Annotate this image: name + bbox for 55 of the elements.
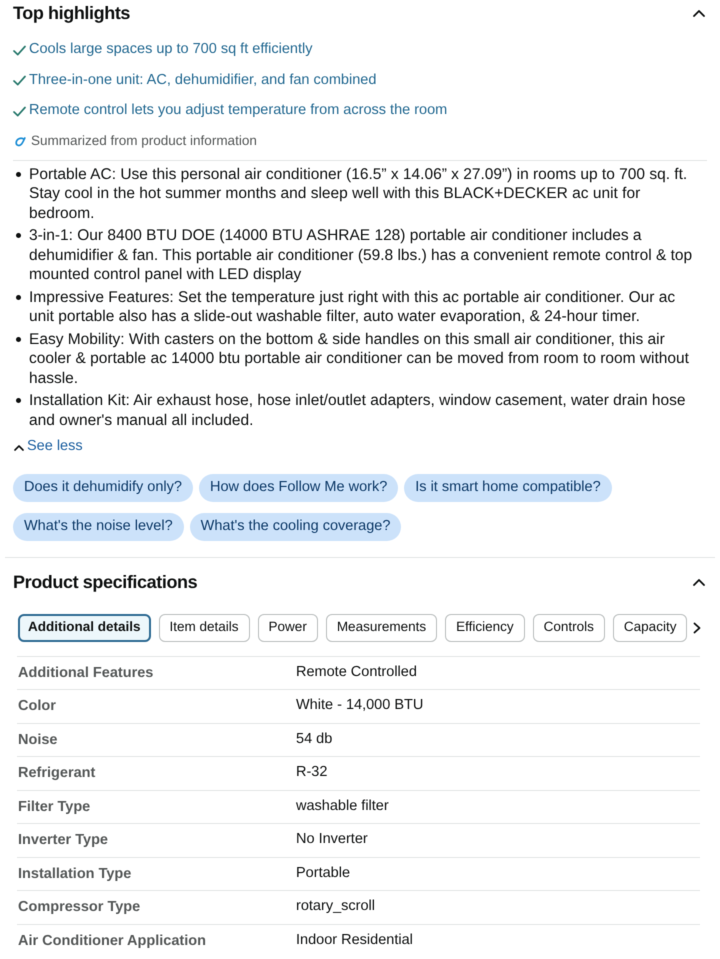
spec-value: 54 db	[296, 730, 332, 749]
spec-value: White - 14,000 BTU	[296, 696, 424, 716]
spec-tab[interactable]: Additional details	[18, 614, 151, 642]
suggested-question-button[interactable]: What's the noise level?	[13, 512, 184, 540]
swirl-icon	[15, 136, 26, 146]
check-icon	[13, 106, 26, 117]
highlight-text: Three-in-one unit: AC, dehumidifier, and fan combined	[29, 70, 376, 90]
caret-up-icon	[14, 444, 24, 450]
suggested-question-button[interactable]: Does it dehumidify only?	[13, 474, 193, 502]
spec-value: No Inverter	[296, 830, 368, 850]
suggested-question-button[interactable]: What's the cooling coverage?	[190, 512, 402, 540]
highlight-text: Remote control lets you adjust temperature from across the room	[29, 101, 448, 120]
spec-label: Refrigerant	[18, 765, 96, 782]
spec-label: Color	[18, 698, 56, 714]
spec-value: Remote Controlled	[296, 662, 417, 682]
spec-tab[interactable]: Power	[258, 614, 318, 642]
see-less-link[interactable]: See less	[13, 436, 83, 458]
check-icon	[13, 44, 26, 56]
spec-value: rotary_scroll	[296, 897, 375, 916]
bullet-text: Easy Mobility: With casters on the bottom & side handles on this small air conditioner, this air cooler & portable ac 14000 btu portable air conditioner can be moved from room to room without hassle.	[29, 330, 690, 388]
bullet-icon	[16, 398, 21, 404]
spec-label: Installation Type	[18, 866, 132, 882]
spec-value: R-32	[296, 763, 328, 782]
bullet-text: Installation Kit: Air exhaust hose, hose inlet/outlet adapters, window casement, water drain hose and owner's manual all included.	[29, 391, 687, 430]
spec-label: Air Conditioner Application	[18, 933, 206, 950]
section-title: Top highlights	[13, 2, 130, 25]
bullet-icon	[16, 172, 21, 177]
spec-label: Additional Features	[18, 664, 154, 681]
spec-value: Indoor Residential	[296, 931, 413, 950]
bullet-icon	[16, 294, 21, 300]
spec-tab[interactable]: Item details	[158, 614, 250, 642]
spec-tab[interactable]: Controls	[532, 614, 605, 642]
source-note: Summarized from product information	[31, 132, 257, 150]
check-icon	[13, 75, 26, 86]
bullet-text: Portable AC: Use this personal air conditioner (16.5” x 14.06” x 27.09”) in rooms up to 700 sq. ft. Stay cool in the hot summer months and sleep well with this BLACK+DECKER ac unit for bedroom.	[29, 164, 688, 223]
spec-label: Compressor Type	[18, 899, 140, 916]
spec-label: Filter Type	[18, 798, 90, 815]
suggested-question-button[interactable]: How does Follow Me work?	[198, 474, 398, 502]
spec-tab[interactable]: Efficiency	[445, 614, 525, 642]
spec-tab[interactable]: Measurements	[326, 614, 438, 642]
bullet-icon	[16, 336, 21, 342]
chevron-right-icon[interactable]	[693, 622, 702, 634]
suggested-question-button[interactable]: Is it smart home compatible?	[404, 474, 612, 502]
spec-value: washable filter	[296, 796, 389, 816]
chevron-up-icon[interactable]	[693, 578, 705, 587]
spec-label: Inverter Type	[18, 832, 108, 848]
spec-label: Noise	[18, 732, 58, 748]
spec-tab[interactable]: Capacity	[612, 614, 688, 642]
section-title: Product specifications	[13, 571, 198, 594]
bullet-text: 3-in-1: Our 8400 BTU DOE (14000 BTU ASHRAE 128) portable air conditioner includes a dehumidifier & fan. This portable air conditioner (59.8 lbs.) has a convenient remote control & top mounted control panel with LED display	[29, 226, 694, 284]
bullet-text: Impressive Features: Set the temperature just right with this ac portable air conditioner. Our ac unit portable also has a slide-out washable filter, auto water evaporation, & 24-hour timer.	[29, 288, 676, 326]
spec-value: Portable	[296, 864, 350, 883]
bullet-icon	[16, 233, 21, 238]
highlight-text: Cools large spaces up to 700 sq ft efficiently	[29, 40, 312, 60]
chevron-up-icon[interactable]	[693, 8, 705, 18]
